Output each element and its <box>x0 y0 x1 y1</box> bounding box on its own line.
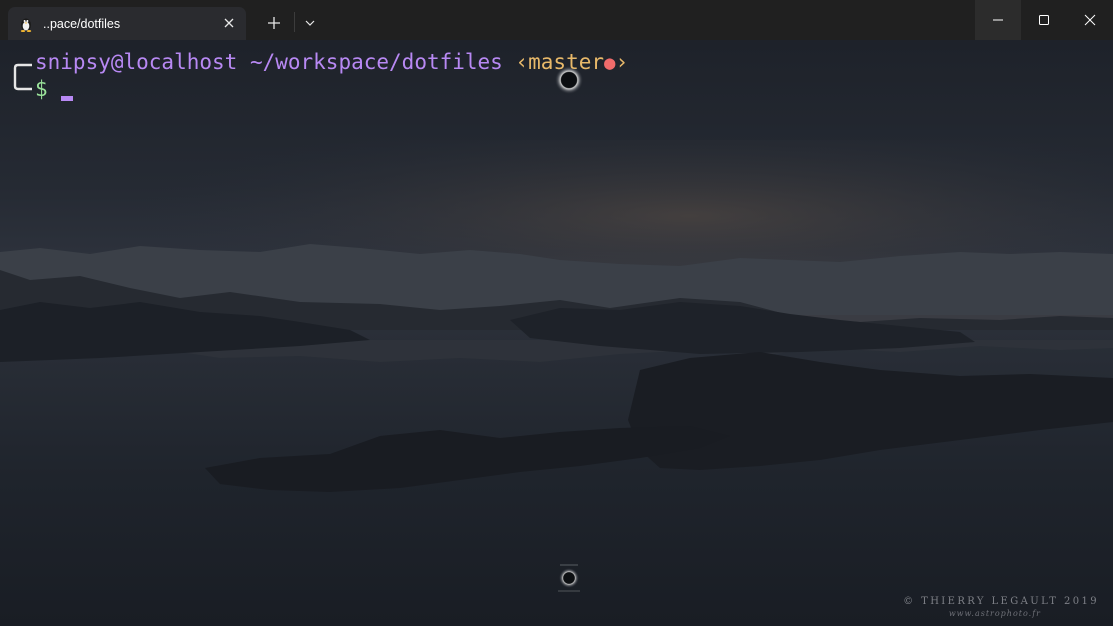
git-open-bracket: ‹ <box>515 50 529 74</box>
prompt-bracket-glyph <box>13 63 32 91</box>
plus-icon <box>268 17 280 29</box>
chevron-down-icon <box>305 20 315 26</box>
prompt-user-host: snipsy@localhost <box>35 50 238 74</box>
prompt-line-2: $ <box>35 76 48 102</box>
tab-title: ..pace/dotfiles <box>43 17 121 31</box>
close-icon[interactable] <box>222 16 236 30</box>
maximize-button[interactable] <box>1021 0 1067 40</box>
git-branch: master <box>528 50 604 74</box>
tab-dotfiles[interactable]: ..pace/dotfiles <box>8 7 246 40</box>
photo-credit: © THIERRY LEGAULT 2019 <box>903 596 1099 607</box>
background-landscape <box>0 40 1113 626</box>
terminal-cursor <box>61 96 73 101</box>
close-icon <box>1084 14 1096 26</box>
minimize-button[interactable] <box>975 0 1021 40</box>
title-bar: ..pace/dotfiles <box>0 0 1113 40</box>
close-button[interactable] <box>1067 0 1113 40</box>
maximize-icon <box>1039 15 1049 25</box>
tab-dropdown-button[interactable] <box>298 10 322 36</box>
prompt-path: ~/workspace/dotfiles <box>249 50 503 74</box>
minimize-icon <box>993 19 1003 21</box>
tab-separator <box>294 12 295 32</box>
terminal-window: ..pace/dotfiles snipsy@localhost ~/works… <box>0 0 1113 626</box>
linux-penguin-icon <box>20 18 32 32</box>
photo-credit-url: www.astrophoto.fr <box>948 609 1041 618</box>
prompt-line-1: snipsy@localhost ~/workspace/dotfiles ‹m… <box>35 49 628 76</box>
git-close-bracket: › <box>615 50 629 74</box>
prompt-symbol: $ <box>35 77 48 101</box>
new-tab-button[interactable] <box>260 10 288 36</box>
terminal-pane[interactable]: snipsy@localhost ~/workspace/dotfiles ‹m… <box>0 40 1113 626</box>
git-dirty-indicator: ● <box>604 52 616 74</box>
